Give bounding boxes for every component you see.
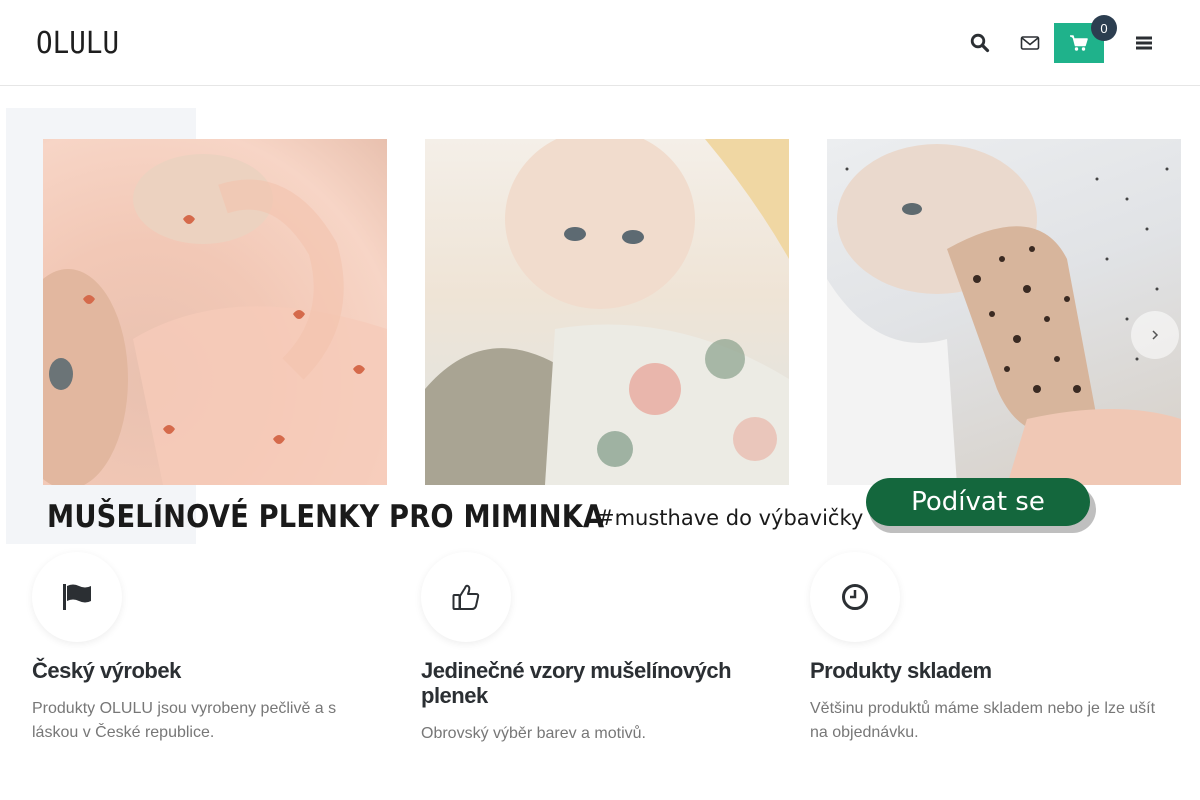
feature-title: Český výrobek	[32, 658, 181, 683]
search-button[interactable]	[960, 23, 1000, 63]
logo[interactable]: OLULU	[36, 26, 119, 61]
feature-description: Většinu produktů máme skladem nebo je lz…	[810, 700, 1156, 741]
cart-count-badge: 0	[1091, 15, 1117, 41]
chevron-right-icon	[1152, 330, 1159, 340]
flag-icon	[63, 584, 91, 610]
feature-icon-circle	[32, 552, 122, 642]
feature-czech-product: Český výrobek Produkty OLULU jsou vyrobe…	[32, 552, 392, 745]
feature-icon-circle	[421, 552, 511, 642]
feature-description: Obrovský výběr barev a motivů.	[421, 725, 646, 742]
baby-photo-floral-muslin	[425, 139, 789, 485]
feature-unique-patterns: Jedinečné vzory mušelínových plenek Obro…	[421, 552, 781, 746]
feature-title: Jedinečné vzory mušelínových plenek	[421, 658, 732, 708]
clock-icon	[842, 584, 868, 610]
cart-icon	[1070, 35, 1088, 51]
site-header: OLULU 0	[0, 0, 1200, 86]
feature-icon-circle	[810, 552, 900, 642]
feature-in-stock: Produkty skladem Většinu produktů máme s…	[810, 552, 1170, 745]
feature-description: Produkty OLULU jsou vyrobeny pečlivě a s…	[32, 700, 337, 741]
hero-banner[interactable]: MUŠELÍNOVÉ PLENKY PRO MIMINKA #musthave …	[0, 100, 1200, 550]
search-icon	[970, 33, 990, 53]
slider-next-button[interactable]	[1131, 311, 1179, 359]
contact-button[interactable]	[1010, 23, 1050, 63]
thumbs-up-icon	[452, 584, 480, 610]
view-products-button[interactable]: Podívat se	[866, 478, 1090, 526]
hamburger-icon	[1136, 36, 1152, 50]
baby-photo-peach-muslin	[43, 139, 387, 485]
feature-title: Produkty skladem	[810, 658, 992, 683]
menu-button[interactable]	[1124, 23, 1164, 63]
envelope-icon	[1020, 36, 1040, 50]
banner-hashtag: #musthave do výbavičky	[597, 506, 864, 530]
baby-photo-leopard-muslin	[827, 139, 1181, 485]
banner-title: MUŠELÍNOVÉ PLENKY PRO MIMINKA	[47, 499, 605, 535]
